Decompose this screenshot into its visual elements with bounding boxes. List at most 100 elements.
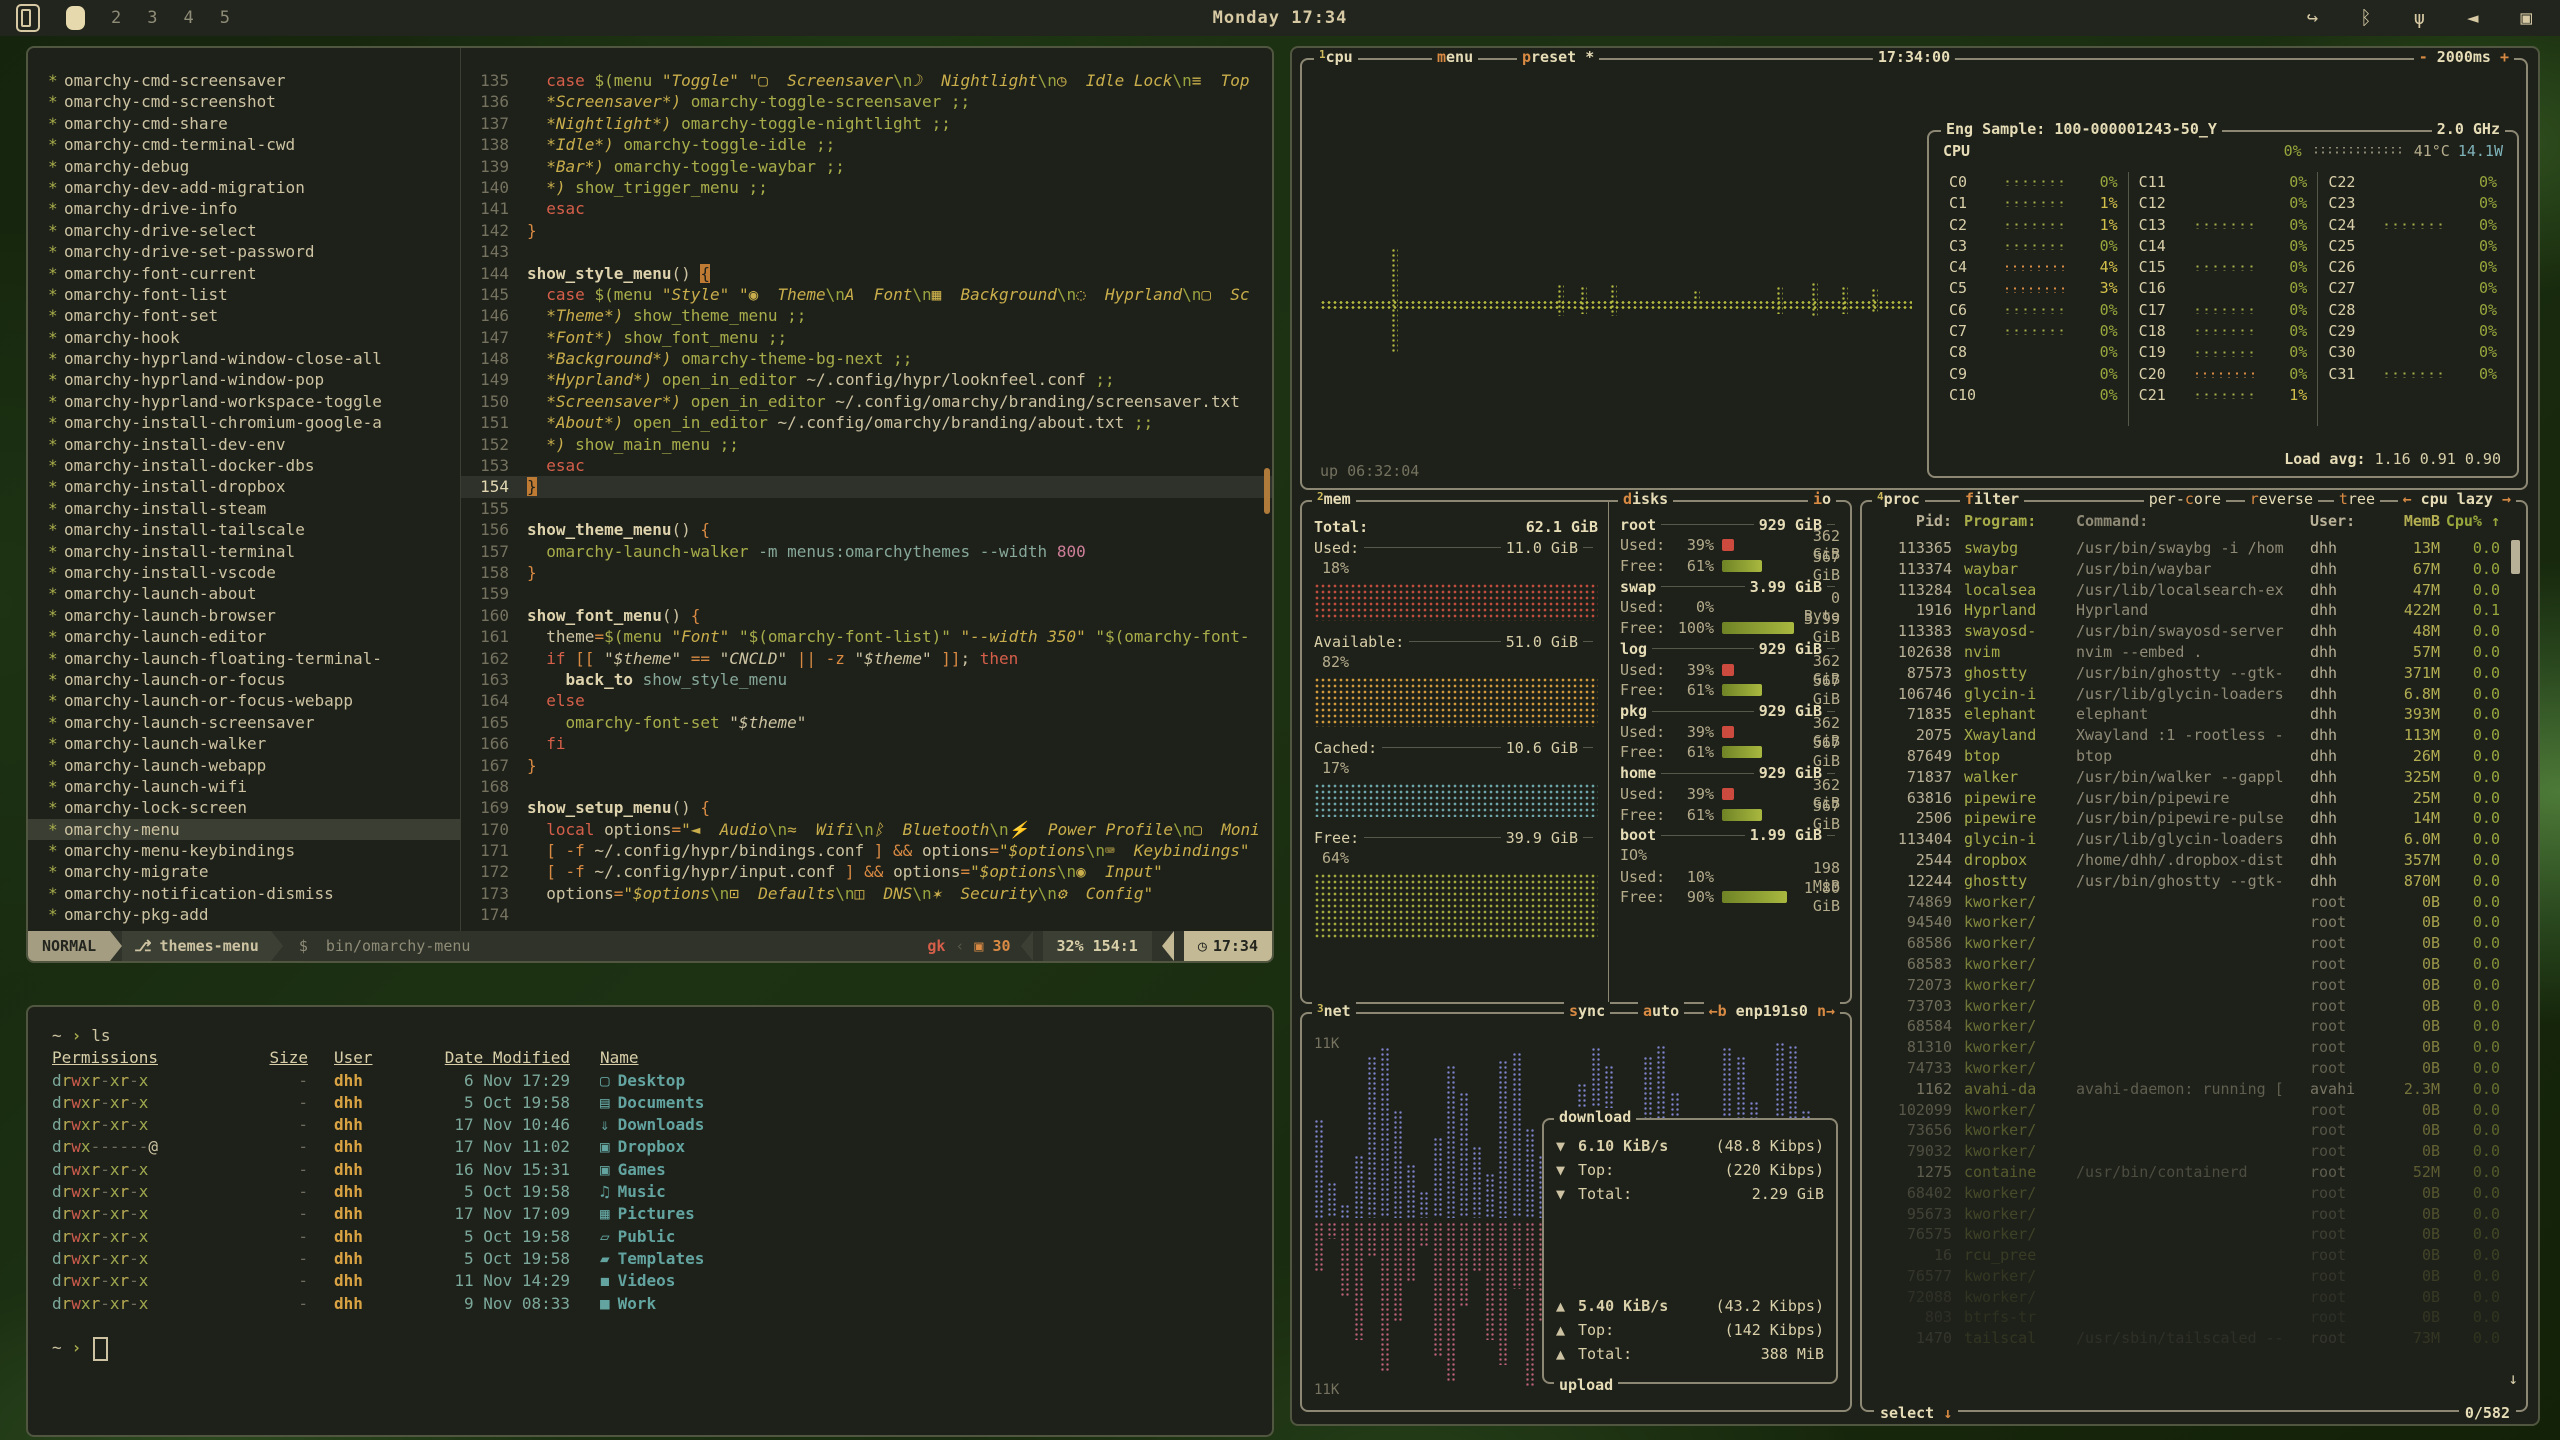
file-item[interactable]: *omarchy-migrate [28,861,460,882]
file-item[interactable]: *omarchy-lock-screen [28,797,460,818]
process-row[interactable]: 106746glycin-i/usr/lib/glycin-loadersdhh… [1872,684,2500,705]
file-item[interactable]: *omarchy-drive-select [28,220,460,241]
process-row[interactable]: 803btrfs-trroot0B0.0 [1872,1307,2500,1328]
process-row[interactable]: 68586kworker/root0B0.0 [1872,933,2500,954]
process-row[interactable]: 2544dropbox/home/dhh/.dropbox-distdhh357… [1872,850,2500,871]
file-item[interactable]: *omarchy-launch-screensaver [28,712,460,733]
file-item[interactable]: *omarchy-debug [28,156,460,177]
terminal-window[interactable]: ~›lsPermissionsSizeUserDate ModifiedName… [26,1005,1274,1437]
file-item[interactable]: *omarchy-launch-browser [28,605,460,626]
file-item[interactable]: *omarchy-launch-floating-terminal- [28,648,460,669]
file-item[interactable]: *omarchy-drive-set-password [28,241,460,262]
process-row[interactable]: 113284localsea/usr/lib/localsearch-exdhh… [1872,580,2500,601]
io-toggle[interactable]: io [1808,490,1836,508]
process-row[interactable]: 63816pipewire/usr/bin/pipewiredhh25M0.0 [1872,788,2500,809]
file-item[interactable]: *omarchy-menu [28,819,460,840]
process-row[interactable]: 68583kworker/root0B0.0 [1872,954,2500,975]
filter-button[interactable]: filter [1960,490,2024,508]
process-row[interactable]: 12244ghostty/usr/bin/ghostty --gtk-dhh87… [1872,871,2500,892]
file-item[interactable]: *omarchy-cmd-screensaver [28,70,460,91]
net-interface[interactable]: ←b enp191s0 n→ [1704,1002,1840,1020]
sort-column-nav[interactable]: ← cpu lazy → [2398,490,2516,508]
process-row[interactable]: 74869kworker/root0B0.0 [1872,892,2500,913]
proc-header[interactable]: Pid: Program: Command: User: MemB Cpu% ↑ [1872,512,2500,534]
file-item[interactable]: *omarchy-launch-or-focus [28,669,460,690]
menu-button[interactable]: menu [1432,48,1478,66]
mem-box-title[interactable]: 2mem [1312,490,1356,508]
file-item[interactable]: *omarchy-font-set [28,305,460,326]
process-row[interactable]: 113374waybar/usr/bin/waybardhh67M0.0 [1872,559,2500,580]
file-item[interactable]: *omarchy-menu-keybindings [28,840,460,861]
process-row[interactable]: 79032kworker/root0B0.0 [1872,1141,2500,1162]
process-list[interactable]: 113365swaybg/usr/bin/swaybg -i /homdhh13… [1872,538,2500,1384]
shell-prompt-active[interactable]: ~› [52,1337,1248,1359]
file-item[interactable]: *omarchy-install-steam [28,498,460,519]
file-item[interactable]: *omarchy-cmd-share [28,113,460,134]
process-row[interactable]: 1275containe/usr/bin/containerdroot52M0.… [1872,1162,2500,1183]
process-row[interactable]: 72073kworker/root0B0.0 [1872,975,2500,996]
process-row[interactable]: 71835elephantelephantdhh393M0.0 [1872,704,2500,725]
preset-button[interactable]: preset * [1517,48,1599,66]
file-item[interactable]: *omarchy-notification-dismiss [28,883,460,904]
process-row[interactable]: 87573ghostty/usr/bin/ghostty --gtk-dhh37… [1872,663,2500,684]
tree-toggle[interactable]: tree [2334,490,2380,508]
process-row[interactable]: 102638nvimnvim --embed .dhh57M0.0 [1872,642,2500,663]
file-item[interactable]: *omarchy-cmd-screenshot [28,91,460,112]
file-item[interactable]: *omarchy-install-terminal [28,541,460,562]
disks-title[interactable]: disks [1618,490,1673,508]
file-item[interactable]: *omarchy-launch-about [28,583,460,604]
net-box-title[interactable]: 3net [1312,1002,1356,1020]
process-row[interactable]: 95673kworker/root0B0.0 [1872,1204,2500,1225]
cpu-box-title[interactable]: 1cpu [1314,48,1358,66]
file-item[interactable]: *omarchy-launch-webapp [28,755,460,776]
select-footer[interactable]: select ↓ [1874,1404,1958,1422]
process-row[interactable]: 1162avahi-daavahi-daemon: running [avahi… [1872,1079,2500,1100]
process-row[interactable]: 68584kworker/root0B0.0 [1872,1016,2500,1037]
process-row[interactable]: 71837walker/usr/bin/walker --gappldhh325… [1872,767,2500,788]
file-item[interactable]: *omarchy-hyprland-window-pop [28,369,460,390]
file-item[interactable]: *omarchy-hyprland-workspace-toggle [28,391,460,412]
file-item[interactable]: *omarchy-install-chromium-google-a [28,412,460,433]
scrollbar-thumb[interactable] [1264,468,1270,514]
per-core-toggle[interactable]: per-core [2144,490,2226,508]
process-row[interactable]: 113365swaybg/usr/bin/swaybg -i /homdhh13… [1872,538,2500,559]
code-buffer[interactable]: 135 case $(menu "Toggle" "▢ Screensaver\… [461,48,1272,931]
process-row[interactable]: 74733kworker/root0B0.0 [1872,1058,2500,1079]
process-row[interactable]: 87649btopbtopdhh26M0.0 [1872,746,2500,767]
process-row[interactable]: 94540kworker/root0B0.0 [1872,912,2500,933]
scroll-down-icon[interactable]: ↓ [2508,1369,2518,1388]
process-row[interactable]: 2075XwaylandXwayland :1 -rootless -dhh11… [1872,725,2500,746]
process-row[interactable]: 73656kworker/root0B0.0 [1872,1120,2500,1141]
proc-scrollbar-thumb[interactable] [2511,540,2520,574]
file-item[interactable]: *omarchy-cmd-terminal-cwd [28,134,460,155]
process-row[interactable]: 1916HyprlandHyprlanddhh422M0.1 [1872,600,2500,621]
file-item[interactable]: *omarchy-install-dropbox [28,476,460,497]
net-auto-toggle[interactable]: auto [1638,1002,1684,1020]
file-item[interactable]: *omarchy-install-docker-dbs [28,455,460,476]
file-item[interactable]: *omarchy-font-list [28,284,460,305]
file-item[interactable]: *omarchy-pkg-add [28,904,460,925]
process-row[interactable]: 102099kworker/root0B0.0 [1872,1100,2500,1121]
process-row[interactable]: 1470tailscal/usr/sbin/tailscaled --root7… [1872,1328,2500,1349]
file-item[interactable]: *omarchy-launch-editor [28,626,460,647]
process-row[interactable]: 81310kworker/root0B0.0 [1872,1037,2500,1058]
file-item[interactable]: *omarchy-install-tailscale [28,519,460,540]
process-row[interactable]: 76577kworker/root0B0.0 [1872,1266,2500,1287]
process-row[interactable]: 72088kworker/root0B0.0 [1872,1287,2500,1308]
process-row[interactable]: 113404glycin-i/usr/lib/glycin-loadersdhh… [1872,829,2500,850]
file-item[interactable]: *omarchy-launch-or-focus-webapp [28,690,460,711]
file-item[interactable]: *omarchy-install-dev-env [28,434,460,455]
net-sync-toggle[interactable]: sync [1564,1002,1610,1020]
file-item[interactable]: *omarchy-launch-wifi [28,776,460,797]
process-row[interactable]: 113383swayosd-/usr/bin/swayosd-serverdhh… [1872,621,2500,642]
file-item[interactable]: *omarchy-hook [28,327,460,348]
process-row[interactable]: 2506pipewire/usr/bin/pipewire-pulsedhh14… [1872,808,2500,829]
process-row[interactable]: 73703kworker/root0B0.0 [1872,996,2500,1017]
file-item[interactable]: *omarchy-launch-walker [28,733,460,754]
file-item[interactable]: *omarchy-install-vscode [28,562,460,583]
process-row[interactable]: 68402kworker/root0B0.0 [1872,1183,2500,1204]
file-item[interactable]: *omarchy-drive-info [28,198,460,219]
file-item[interactable]: *omarchy-dev-add-migration [28,177,460,198]
reverse-toggle[interactable]: reverse [2245,490,2318,508]
proc-box-title[interactable]: 4proc [1872,490,1925,508]
